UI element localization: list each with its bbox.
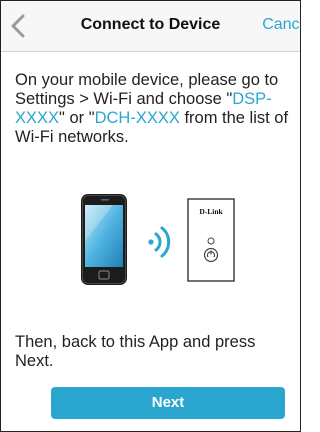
dlink-plug-icon: D-Link [187,198,235,282]
instruction-text: On your mobile device, please go to Sett… [15,71,299,147]
app-screen: Connect to Device Cancel On your mobile … [0,0,301,432]
page-title: Connect to Device [80,16,221,33]
navigation-bar: Connect to Device Cancel [1,1,300,52]
connection-illustration: D-Link [81,194,235,285]
cancel-button[interactable]: Cancel [262,16,300,34]
wifi-signal-icon [148,226,171,258]
smartphone-icon [81,194,127,285]
next-button[interactable]: Next [51,387,285,419]
return-instruction-text: Then, back to this App and press Next. [15,333,256,370]
device-brand-label: D-Link [199,207,223,216]
ssid-dch: DCH-XXXX [94,109,180,127]
instruction-part-2: " or " [59,109,95,127]
